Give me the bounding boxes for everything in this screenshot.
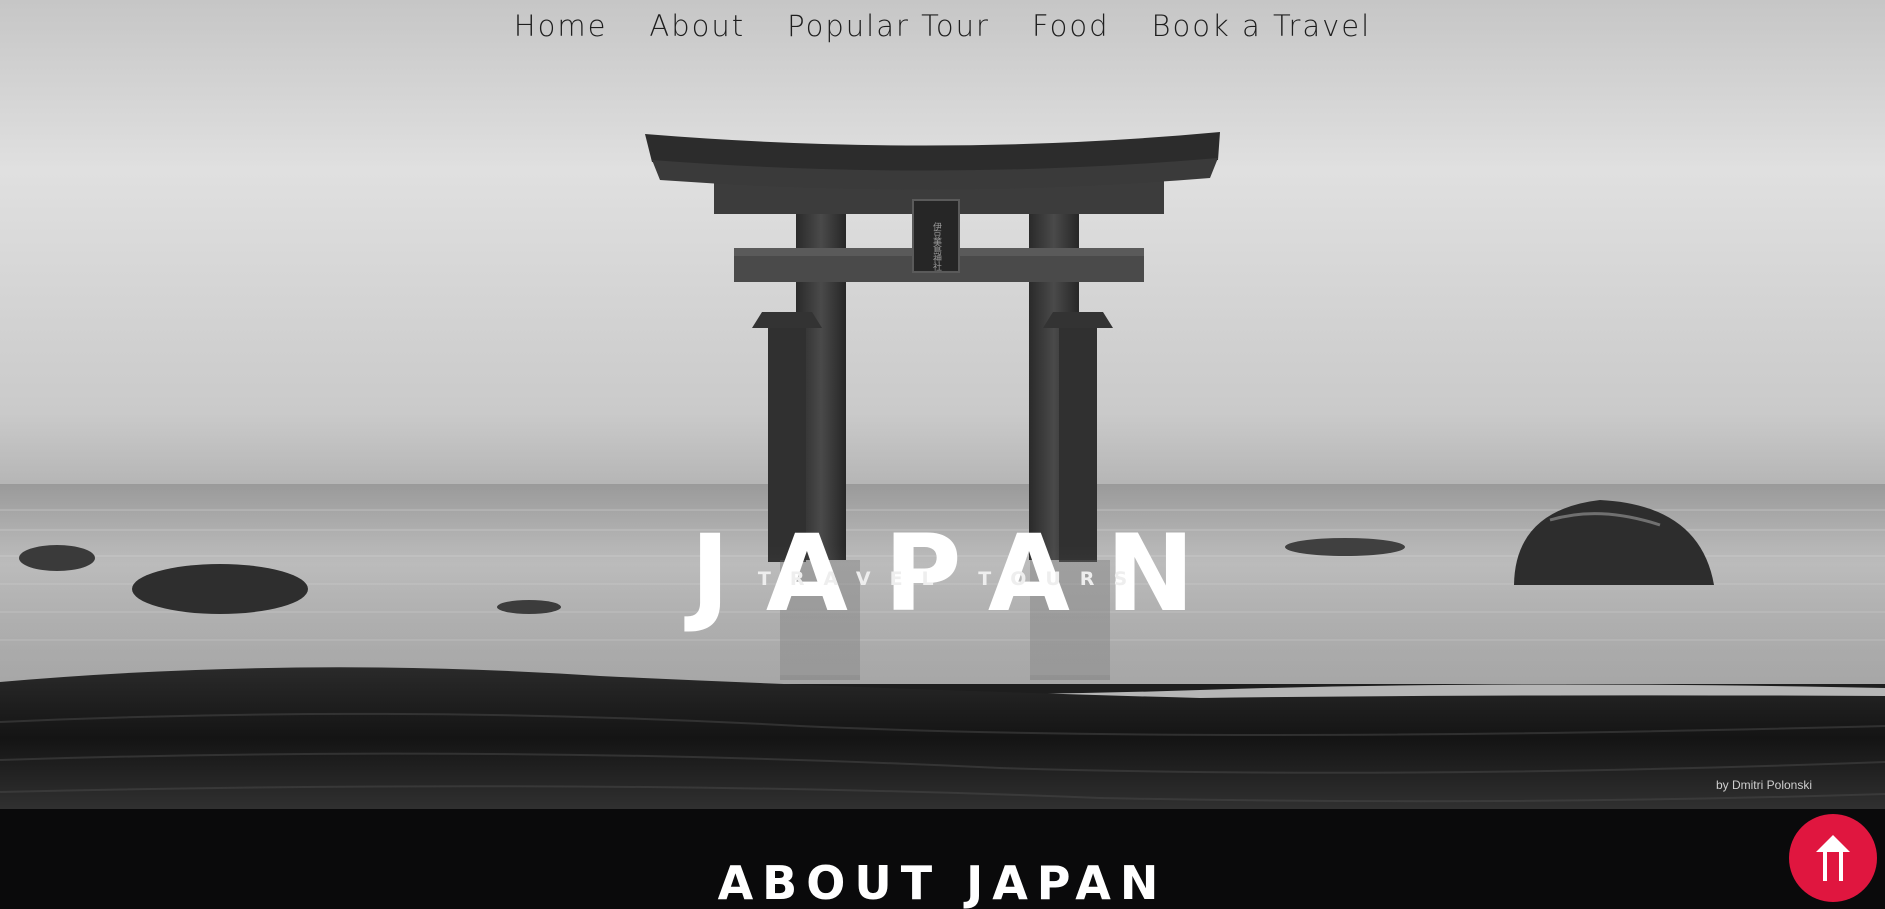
hero-section: 伊豆美島神社 Home About Popular Tour Food Book… bbox=[0, 0, 1885, 809]
double-arrow-up-icon bbox=[1816, 835, 1850, 881]
scroll-to-top-button[interactable] bbox=[1789, 814, 1877, 902]
about-section: ABOUT JAPAN bbox=[0, 809, 1885, 909]
hero-background-image: 伊豆美島神社 bbox=[0, 0, 1885, 809]
about-heading: ABOUT JAPAN bbox=[717, 856, 1168, 909]
nav-book-a-travel[interactable]: Book a Travel bbox=[1152, 9, 1372, 43]
main-nav: Home About Popular Tour Food Book a Trav… bbox=[0, 0, 1885, 52]
page: 伊豆美島神社 Home About Popular Tour Food Book… bbox=[0, 0, 1885, 909]
photo-credit: by Dmitri Polonski bbox=[1715, 778, 1812, 792]
nav-home[interactable]: Home bbox=[514, 9, 608, 43]
nav-about[interactable]: About bbox=[649, 9, 745, 43]
shrine-plaque: 伊豆美島神社 bbox=[931, 221, 942, 272]
nav-popular-tour[interactable]: Popular Tour bbox=[787, 9, 990, 43]
nav-food[interactable]: Food bbox=[1032, 9, 1110, 43]
hero-subtitle: TRAVEL TOURS bbox=[757, 568, 1147, 590]
